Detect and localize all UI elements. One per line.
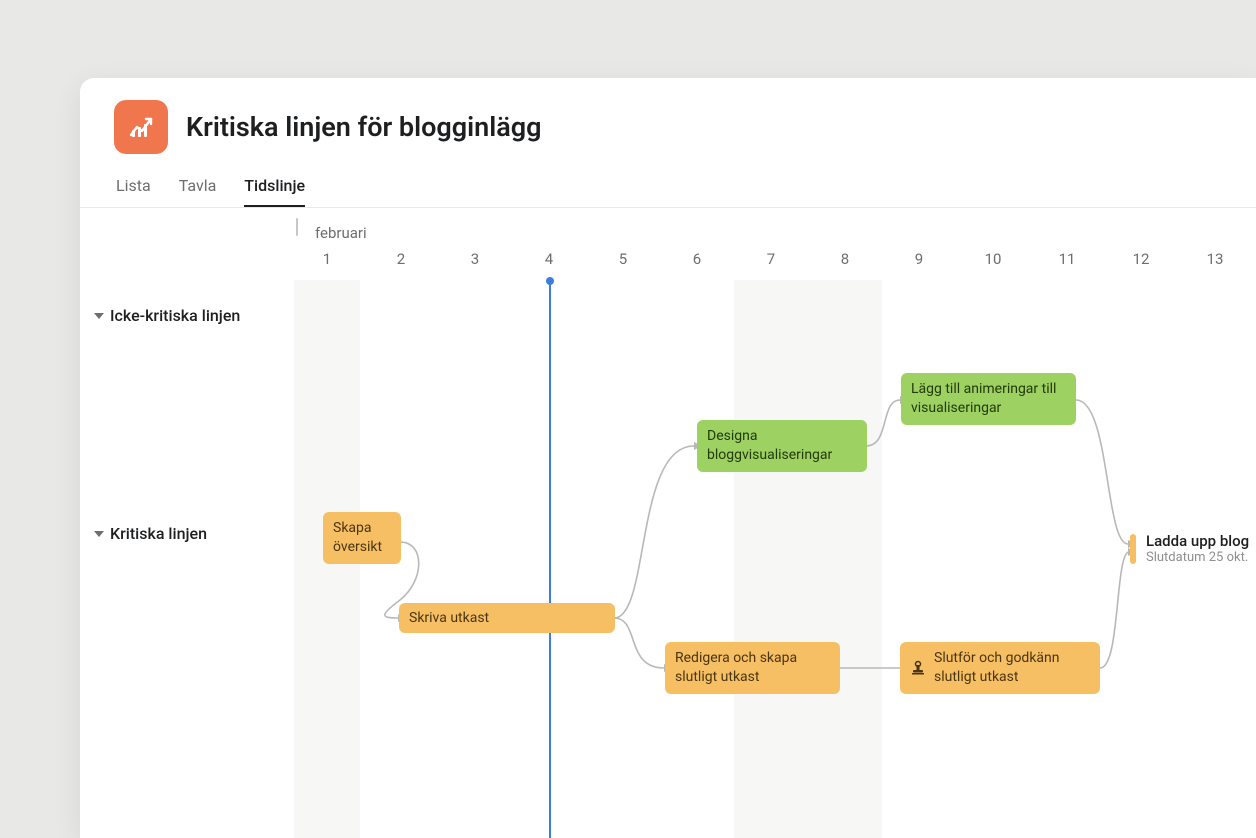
timeline-view: februari 1 2 3 4 5 6 7 8 9 10 11 12 13 I…: [80, 208, 1256, 838]
section-noncritical[interactable]: Icke-kritiska linjen: [94, 306, 240, 325]
milestone-upload[interactable]: Ladda upp blog Slutdatum 25 okt.: [1130, 532, 1249, 565]
task-label: Skapa översikt: [333, 519, 391, 557]
milestone-text-block: Ladda upp blog Slutdatum 25 okt.: [1146, 532, 1249, 565]
task-write-draft[interactable]: Skriva utkast: [399, 603, 615, 633]
day-header: 2: [391, 250, 411, 268]
stamp-icon: [910, 660, 926, 676]
project-icon[interactable]: [114, 100, 168, 154]
task-label: Skriva utkast: [409, 609, 489, 628]
day-header-row: 1 2 3 4 5 6 7 8 9 10 11 12 13: [80, 250, 1256, 278]
app-window: Kritiska linjen för blogginlägg Lista Ta…: [80, 78, 1256, 838]
section-label-text: Icke-kritiska linjen: [110, 306, 240, 325]
task-edit-final[interactable]: Redigera och skapa slutligt utkast: [665, 642, 840, 694]
tab-timeline[interactable]: Tidslinje: [244, 176, 305, 207]
section-label-text: Kritiska linjen: [110, 524, 207, 543]
today-dot: [546, 277, 554, 285]
task-approve-final[interactable]: Slutför och godkänn slutligt utkast: [900, 642, 1100, 694]
task-label: Lägg till animeringar till visualisering…: [911, 380, 1066, 418]
today-indicator: [549, 280, 551, 838]
day-header: 11: [1057, 250, 1077, 268]
caret-down-icon: [94, 313, 104, 319]
day-header: 7: [761, 250, 781, 268]
task-add-animations[interactable]: Lägg till animeringar till visualisering…: [901, 373, 1076, 425]
day-header: 4: [539, 250, 559, 268]
day-header: 6: [687, 250, 707, 268]
day-header: 12: [1131, 250, 1151, 268]
section-critical[interactable]: Kritiska linjen: [94, 524, 207, 543]
task-label: Redigera och skapa slutligt utkast: [675, 649, 830, 687]
day-header: 3: [465, 250, 485, 268]
weekend-shade: [734, 280, 882, 838]
day-header: 13: [1205, 250, 1225, 268]
task-create-outline[interactable]: Skapa översikt: [323, 512, 401, 564]
milestone-title: Ladda upp blog: [1146, 532, 1249, 550]
day-header: 8: [835, 250, 855, 268]
caret-down-icon: [94, 531, 104, 537]
day-header: 10: [983, 250, 1003, 268]
task-label: Designa bloggvisualiseringar: [707, 427, 857, 465]
day-header: 1: [317, 250, 337, 268]
month-label: februari: [315, 224, 367, 242]
grid-area: Icke-kritiska linjen Kritiska linjen: [80, 280, 1256, 838]
title-row: Kritiska linjen för blogginlägg: [114, 100, 1222, 154]
task-design-viz[interactable]: Designa bloggvisualiseringar: [697, 420, 867, 472]
milestone-subtitle: Slutdatum 25 okt.: [1146, 550, 1249, 565]
milestone-marker-icon: [1130, 534, 1136, 564]
dependency-connectors: [80, 280, 1256, 838]
day-header: 9: [909, 250, 929, 268]
day-header: 5: [613, 250, 633, 268]
header: Kritiska linjen för blogginlägg Lista Ta…: [80, 78, 1256, 207]
task-label: Slutför och godkänn slutligt utkast: [934, 649, 1090, 687]
month-tick: [296, 218, 298, 236]
chart-up-icon: [127, 113, 155, 141]
page-title: Kritiska linjen för blogginlägg: [186, 111, 541, 143]
tabs: Lista Tavla Tidslinje: [114, 176, 1222, 207]
tab-board[interactable]: Tavla: [179, 176, 217, 207]
tab-list[interactable]: Lista: [116, 176, 151, 207]
